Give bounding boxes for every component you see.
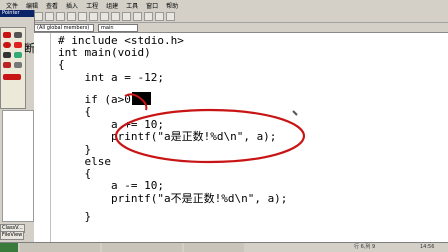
menu-item-build[interactable]: 组建 [106,1,118,10]
find-icon[interactable] [133,11,142,21]
toolbar [0,10,448,23]
open-file-icon[interactable] [45,11,54,21]
menu-item-tools[interactable]: 工具 [126,1,138,10]
red-pen-icon[interactable] [3,32,11,38]
select-tool-icon[interactable] [14,62,22,68]
editor-margin [50,33,51,242]
menu-item-help[interactable]: 帮助 [166,1,178,10]
code-line-7: { [58,105,92,118]
save-icon[interactable] [56,11,65,21]
taskbar-item[interactable] [20,243,100,252]
tab-fileview[interactable]: FileView [0,231,25,240]
wizard-bar: (All global members) main [34,23,448,33]
taskbar-item[interactable] [102,243,182,252]
menu-item-edit[interactable]: 编辑 [26,1,38,10]
code-editor[interactable]: # include <stdio.h> int main(void) { int… [34,33,448,242]
workspace-title: Pointer [0,10,34,17]
clock: 14:56 [420,244,435,250]
cursor-position: 行 6,列 9 [354,244,376,250]
code-line-3: { [58,58,65,71]
ellipse-tool-icon[interactable] [3,42,11,48]
redo-icon[interactable] [122,11,131,21]
code-line-4: int a = -12; [58,71,164,84]
save-all-icon[interactable] [67,11,76,21]
compile-icon[interactable] [144,11,153,21]
taskbar: 行 6,列 9 14:56 [0,242,448,252]
scope-combo[interactable]: (All global members) [34,23,94,32]
menu-item-file[interactable]: 文件 [6,1,18,10]
code-line-9: printf("a是正数!%d\n", a); [58,130,277,143]
eraser-icon[interactable] [3,62,11,68]
menu-bar: 文件 编辑 查看 插入 工程 组建 工具 窗口 帮助 [0,0,448,10]
new-file-icon[interactable] [34,11,43,21]
code-line-2: int main(void) [58,46,151,59]
code-line-14: printf("a不是正数!%d\n", a); [58,192,288,205]
code-line-13: a -= 10; [58,179,164,192]
workspace-tabs: ClassV... FileView [0,224,34,240]
ink-toolbox [0,27,26,109]
undo-icon[interactable] [111,11,120,21]
menu-item-view[interactable]: 查看 [46,1,58,10]
menu-item-insert[interactable]: 插入 [66,1,78,10]
build-icon[interactable] [155,11,164,21]
menu-item-project[interactable]: 工程 [86,1,98,10]
line-tool-icon[interactable] [3,52,11,58]
rect-tool-icon[interactable] [14,42,22,48]
color-swatch[interactable] [3,74,21,80]
pen-icon[interactable] [14,32,22,38]
paste-icon[interactable] [100,11,109,21]
marker-tool-icon[interactable] [14,52,22,58]
code-line-15: } [58,210,92,223]
menu-item-window[interactable]: 窗口 [146,1,158,10]
start-button[interactable] [0,243,18,252]
cut-icon[interactable] [78,11,87,21]
workspace-tree [2,110,34,222]
copy-icon[interactable] [89,11,98,21]
taskbar-item[interactable] [184,243,244,252]
function-combo[interactable]: main [98,23,138,32]
run-icon[interactable] [166,11,175,21]
